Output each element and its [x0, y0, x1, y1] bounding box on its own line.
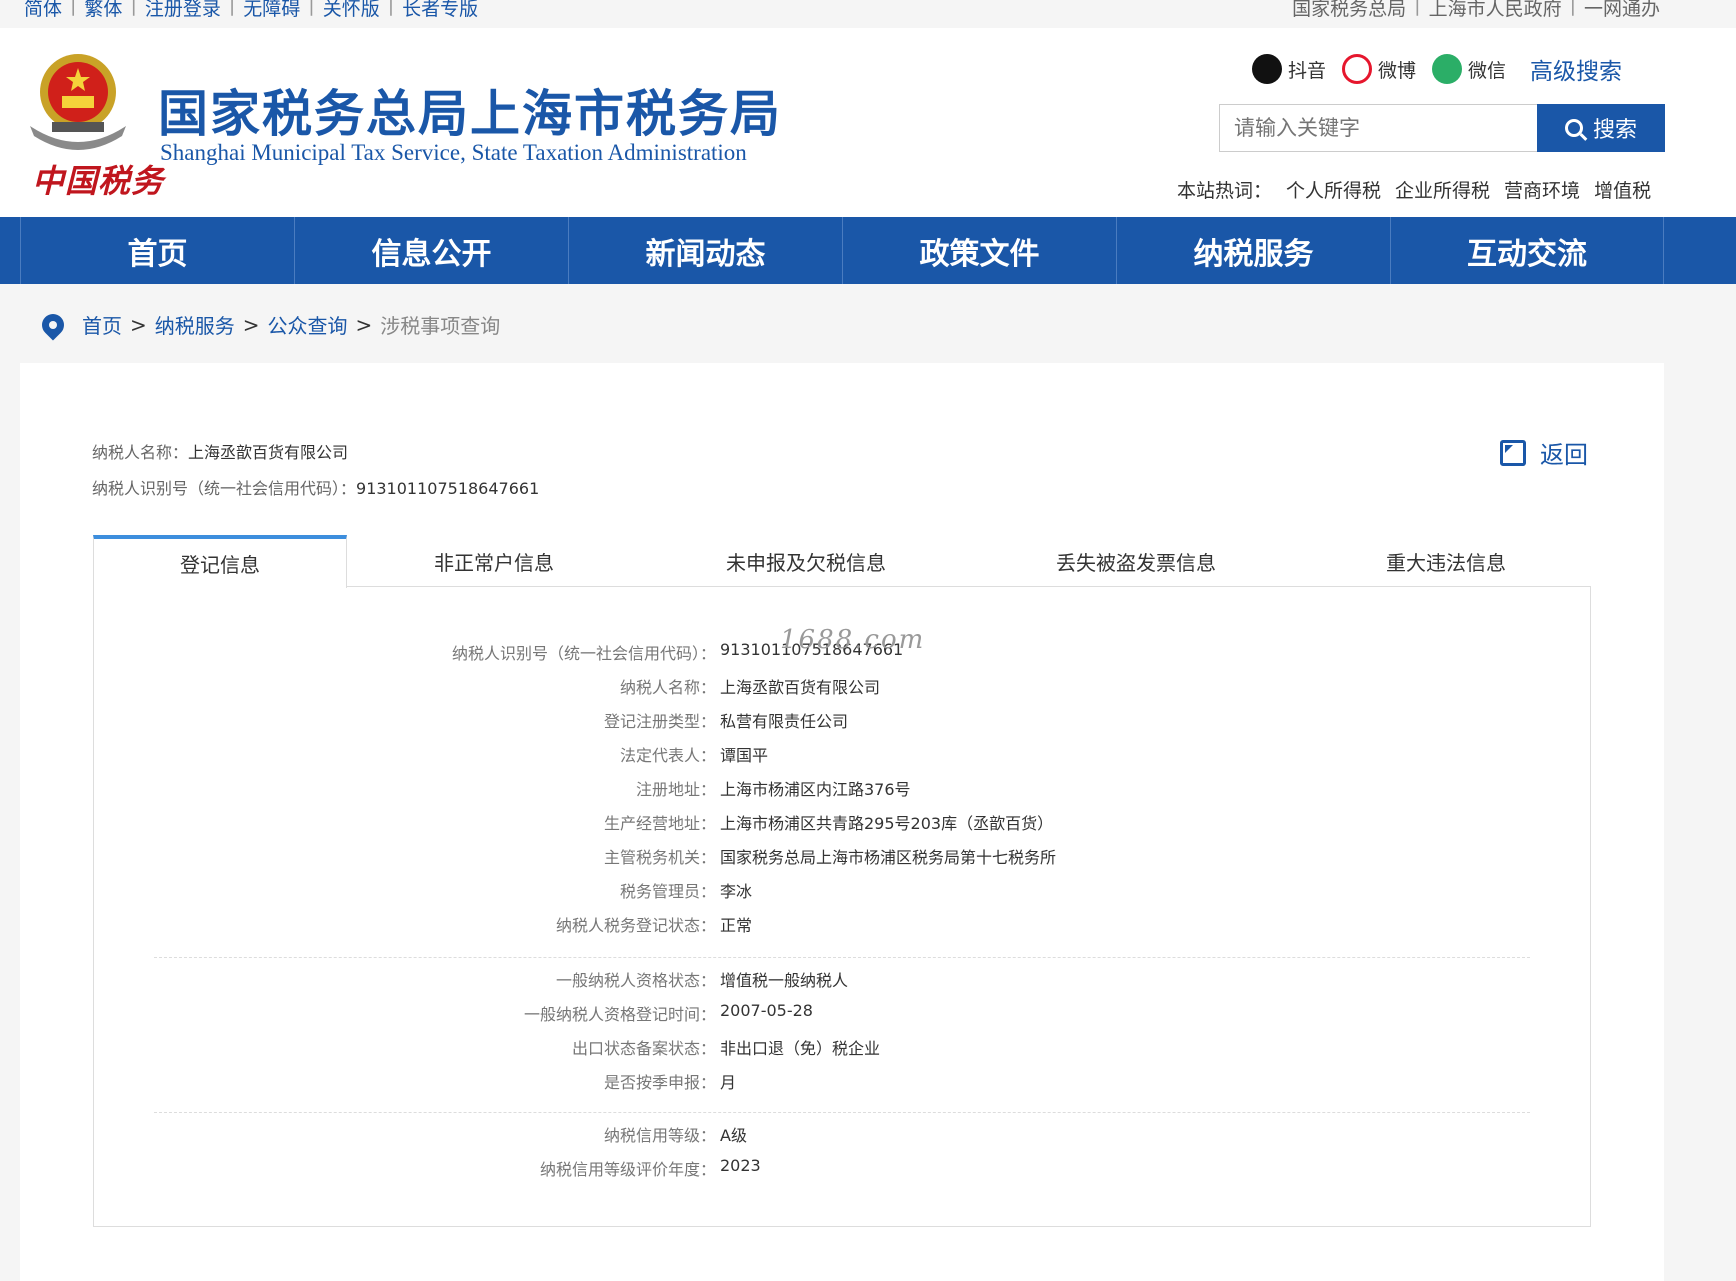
breadcrumb-public-query[interactable]: 公众查询: [268, 310, 348, 339]
link-traditional[interactable]: 繁体: [84, 0, 122, 21]
hot-term-link[interactable]: 个人所得税: [1286, 176, 1381, 203]
national-emblem-icon: [30, 54, 126, 150]
tab-lost-invoices[interactable]: 丢失被盗发票信息: [971, 535, 1301, 587]
breadcrumb-current: 涉税事项查询: [380, 314, 501, 338]
tab-registration[interactable]: 登记信息: [93, 535, 347, 588]
nav-policy[interactable]: 政策文件: [842, 217, 1116, 284]
taxpayer-id-line: 纳税人识别号（统一社会信用代码）：913101107518647661: [92, 479, 540, 498]
wechat-icon: [1432, 54, 1463, 84]
nav-news[interactable]: 新闻动态: [568, 217, 842, 284]
detail-row: 主管税务机关： 国家税务总局上海市杨浦区税务局第十七税务所: [603, 848, 1057, 867]
main-nav: 首页 信息公开 新闻动态 政策文件 纳税服务 互动交流: [0, 217, 1736, 284]
watermark: 1688.com: [780, 625, 926, 655]
location-pin-icon: [37, 308, 69, 341]
weibo-link[interactable]: 微博: [1342, 54, 1416, 84]
site-title: 国家税务总局上海市税务局: [158, 85, 782, 143]
search-icon: [1564, 119, 1583, 137]
detail-row: 纳税信用等级： A级: [603, 1126, 747, 1145]
registration-details: 纳税人识别号（统一社会信用代码）： 913101107518647661 纳税人名…: [93, 587, 1591, 1227]
china-tax-logo-text: 中国税务: [32, 162, 165, 200]
search-button[interactable]: 搜索: [1537, 104, 1665, 152]
link-care-version[interactable]: 关怀版: [323, 0, 380, 21]
detail-row: 税务管理员： 李冰: [619, 882, 753, 901]
hot-terms-label: 本站热词：: [1177, 180, 1273, 202]
link-simplified[interactable]: 简体: [24, 0, 62, 21]
top-links-right: 国家税务总局 | 上海市人民政府 | 一网通办: [1292, 0, 1660, 21]
site-subtitle: Shanghai Municipal Tax Service, State Ta…: [160, 140, 747, 165]
tab-unfiled-arrears[interactable]: 未申报及欠税信息: [641, 535, 971, 587]
douyin-icon: [1252, 54, 1282, 84]
nav-tax-service[interactable]: 纳税服务: [1116, 217, 1390, 284]
link-accessibility[interactable]: 无障碍: [243, 0, 300, 21]
link-elder-version[interactable]: 长者专版: [402, 0, 478, 21]
back-button[interactable]: 返回: [1500, 435, 1588, 470]
breadcrumb: 首页 > 纳税服务 > 公众查询 > 涉税事项查询: [37, 308, 501, 341]
section-divider: [154, 1112, 1530, 1113]
detail-row: 一般纳税人资格登记时间： 2007-05-28: [523, 1001, 813, 1024]
hot-term-link[interactable]: 增值税: [1594, 176, 1651, 203]
breadcrumb-tax-service[interactable]: 纳税服务: [155, 310, 235, 339]
link-one-network[interactable]: 一网通办: [1584, 0, 1660, 21]
detail-row: 出口状态备案状态： 非出口退（免）税企业: [571, 1039, 881, 1058]
section-divider: [154, 957, 1530, 958]
breadcrumb-home[interactable]: 首页: [82, 310, 122, 339]
search-input[interactable]: [1219, 104, 1537, 152]
detail-row: 一般纳税人资格状态： 增值税一般纳税人: [555, 971, 849, 990]
hot-term-link[interactable]: 企业所得税: [1395, 176, 1490, 203]
douyin-link[interactable]: 抖音: [1252, 54, 1326, 84]
content-panel: 纳税人名称：上海丞歆百货有限公司 纳税人识别号（统一社会信用代码）：913101…: [20, 363, 1664, 1281]
social-links: 抖音 微博 微信 高级搜索: [1252, 52, 1622, 86]
detail-row: 登记注册类型： 私营有限责任公司: [603, 712, 849, 731]
detail-row: 生产经营地址： 上海市杨浦区共青路295号203库（丞歆百货）: [603, 814, 1054, 833]
site-header: 中国税务 国家税务总局上海市税务局 Shanghai Municipal Tax…: [0, 28, 1736, 217]
weibo-icon: [1342, 54, 1373, 84]
link-register-login[interactable]: 注册登录: [145, 0, 221, 21]
taxpayer-name: 上海丞歆百货有限公司: [188, 443, 349, 462]
tab-major-violations[interactable]: 重大违法信息: [1301, 535, 1591, 587]
back-icon: [1500, 439, 1526, 466]
hot-term-link[interactable]: 营商环境: [1504, 176, 1580, 203]
nav-info-disclosure[interactable]: 信息公开: [294, 217, 568, 284]
top-links-left: 简体 | 繁体 | 注册登录 | 无障碍 | 关怀版 | 长者专版: [24, 0, 478, 21]
detail-row: 纳税人名称： 上海丞歆百货有限公司: [619, 678, 881, 697]
detail-row: 法定代表人： 谭国平: [619, 746, 769, 765]
detail-row: 注册地址： 上海市杨浦区内江路376号: [635, 780, 911, 799]
nav-home[interactable]: 首页: [20, 217, 294, 284]
search-bar: 搜索: [1219, 104, 1665, 152]
hot-terms: 本站热词： 个人所得税 企业所得税 营商环境 增值税: [1177, 176, 1665, 203]
detail-row: 纳税人税务登记状态： 正常: [555, 916, 753, 935]
detail-row: 是否按季申报：月: [603, 1073, 737, 1092]
wechat-link[interactable]: 微信: [1432, 54, 1506, 84]
info-tabs: 登记信息 非正常户信息 未申报及欠税信息 丢失被盗发票信息 重大违法信息: [93, 535, 1591, 588]
taxpayer-name-line: 纳税人名称：上海丞歆百货有限公司: [92, 443, 349, 462]
link-sta[interactable]: 国家税务总局: [1292, 0, 1406, 21]
detail-row: 纳税信用等级评价年度： 2023: [539, 1156, 761, 1179]
tab-abnormal[interactable]: 非正常户信息: [347, 535, 641, 587]
advanced-search-link[interactable]: 高级搜索: [1530, 52, 1622, 86]
taxpayer-id: 913101107518647661: [356, 479, 540, 498]
nav-interaction[interactable]: 互动交流: [1390, 217, 1664, 284]
top-utility-bar: 简体 | 繁体 | 注册登录 | 无障碍 | 关怀版 | 长者专版 国家税务总局 | 上海市…: [0, 0, 1736, 28]
link-shanghai-gov[interactable]: 上海市人民政府: [1429, 0, 1562, 21]
